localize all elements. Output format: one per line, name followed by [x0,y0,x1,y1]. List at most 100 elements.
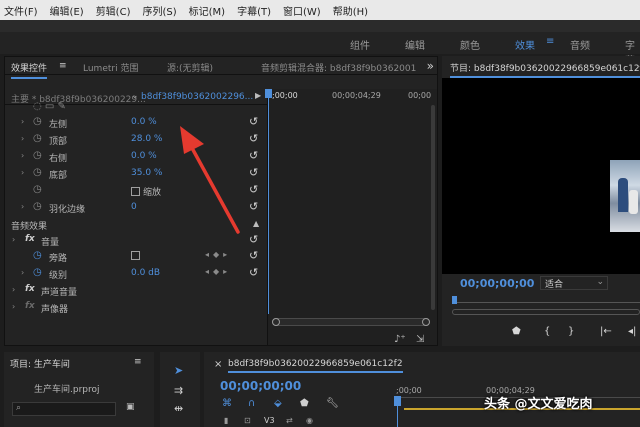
stopwatch-icon[interactable]: ◷ [33,184,42,195]
eye-icon[interactable]: ◉ [306,416,313,425]
zoom-checkbox[interactable] [131,187,140,196]
workspace-color[interactable]: 颜色 [460,37,480,52]
track-label[interactable]: V3 [264,416,275,425]
tab-source[interactable]: 源:(无剪辑) [167,61,213,74]
insert-sequence-icon[interactable]: ⌘ [222,398,232,409]
program-scrollbar[interactable] [452,309,640,315]
reset-icon[interactable]: ↺ [249,266,258,279]
tab-audio-clip-mixer[interactable]: 音频剪辑混合器: b8df38f9b0362001 [261,61,416,74]
project-file-name[interactable]: 生产车间.prproj [34,382,100,395]
bypass-checkbox[interactable] [131,251,143,262]
program-ruler[interactable] [452,302,640,306]
stopwatch-icon[interactable]: ◷ [33,133,42,144]
timeline-timecode[interactable]: 00;00;00;00 [220,379,301,393]
mark-in-icon[interactable]: { [544,326,550,337]
mark-out-icon[interactable]: } [568,326,574,337]
sequence-tab[interactable]: b8df38f9b03620022966859e061c12f2 [228,359,403,373]
expand-arrow-icon[interactable]: › [21,134,24,143]
linked-selection-icon[interactable]: ⬙ [274,398,282,409]
step-back-icon[interactable]: ◂| [628,326,636,337]
program-timecode[interactable]: 00;00;00;00 [460,277,534,290]
workspace-assembly[interactable]: 组件 [350,37,370,52]
stopwatch-icon[interactable]: ◷ [33,150,42,161]
go-to-in-icon[interactable]: |← [600,326,612,337]
reset-icon[interactable]: ↺ [249,249,258,262]
solo-audio-icon[interactable]: ♪⁺ [394,334,406,345]
reset-icon[interactable]: ↺ [249,233,258,246]
expand-arrow-icon[interactable]: › [12,302,15,311]
expand-arrow-icon[interactable]: › [12,285,15,294]
effect-controls-timeline[interactable]: ;00;00 00;00;04;29 00;00 ♪⁺ ⇲ [265,89,437,345]
add-marker-icon[interactable]: ⬟ [300,398,309,409]
zoom-fit-select[interactable]: 适合 ⌄ [540,276,608,290]
crop-top-value[interactable]: 28.0 % [131,134,162,144]
menu-sequence[interactable]: 序列(S) [142,3,176,18]
workspace-audio[interactable]: 音频 [570,37,590,52]
keyframe-nav-icon[interactable]: ◂◆▸ [205,267,231,276]
menu-clip[interactable]: 剪辑(C) [96,3,131,18]
reset-icon[interactable]: ↺ [249,166,258,179]
stopwatch-icon[interactable]: ◷ [33,267,42,278]
track-select-tool-icon[interactable]: ⇉ [174,384,183,397]
menu-title[interactable]: 字幕(T) [237,3,271,18]
program-playhead[interactable] [452,296,457,304]
feather-value[interactable]: 0 [131,202,137,212]
ec-playhead[interactable] [268,89,269,314]
fx-badge-icon[interactable]: fx [25,301,35,311]
tab-lumetri-scopes[interactable]: Lumetri 范围 [83,61,138,74]
master-clip-label[interactable]: 主要 * b8df38f9b036200229... [11,92,146,105]
lock-icon[interactable]: ⊡ [244,416,251,425]
expand-arrow-icon[interactable]: › [21,151,24,160]
ripple-edit-tool-icon[interactable]: ⇹ [174,402,183,415]
reset-icon[interactable]: ↺ [249,149,258,162]
level-value[interactable]: 0.0 dB [131,268,160,278]
reset-icon[interactable]: ↺ [249,200,258,213]
stopwatch-icon[interactable]: ◷ [33,116,42,127]
new-bin-icon[interactable]: ▣ [126,402,135,412]
crop-right-value[interactable]: 0.0 % [131,151,157,161]
panel-menu-icon[interactable]: ≡ [134,357,142,367]
program-title[interactable]: 节目: b8df38f9b03620022966859e061c12f2 [450,61,640,78]
fx-badge-icon[interactable]: fx [25,234,35,244]
ec-playhead-handle[interactable] [265,89,272,98]
expand-arrow-icon[interactable]: › [21,268,24,277]
crop-left-value[interactable]: 0.0 % [131,117,157,127]
reset-icon[interactable]: ↺ [249,115,258,128]
stopwatch-icon[interactable]: ◷ [33,250,42,261]
selection-tool-icon[interactable]: ➤ [174,364,183,377]
expand-panels-icon[interactable]: » [427,59,434,73]
expand-arrow-icon[interactable]: › [12,235,15,244]
workspace-editing[interactable]: 编辑 [405,37,425,52]
zoom-checkbox-wrap[interactable]: 缩放 [131,185,161,198]
keyframe-nav-icon[interactable]: ◂◆▸ [205,250,231,259]
sequence-clip-label[interactable]: b8df38f9b0362002296... [141,92,253,102]
stopwatch-icon[interactable]: ◷ [33,167,42,178]
snap-magnet-icon[interactable]: ∩ [248,398,255,409]
add-marker-icon[interactable]: ⬟ [512,326,521,337]
ec-vertical-scrollbar[interactable] [431,105,435,310]
reset-icon[interactable]: ↺ [249,183,258,196]
timeline-playhead[interactable] [397,402,398,427]
wrench-icon[interactable]: 🔧︎ [326,398,339,409]
project-search-input[interactable]: ⌕ [12,402,116,416]
menu-edit[interactable]: 编辑(E) [50,3,84,18]
expand-arrow-icon[interactable]: › [21,168,24,177]
menu-file[interactable]: 文件(F) [4,3,38,18]
sync-lock-icon[interactable]: ⇄ [286,416,293,425]
fx-badge-icon[interactable]: fx [25,284,35,294]
reset-icon[interactable]: ↺ [249,132,258,145]
expand-arrow-icon[interactable]: › [21,202,24,211]
workspace-menu-icon[interactable]: ≡ [546,36,554,47]
workspace-effects[interactable]: 效果 [515,37,535,52]
play-only-icon[interactable]: ▶ [255,91,261,100]
program-video-display[interactable] [442,78,640,274]
tab-effect-controls[interactable]: 效果控件 [11,61,48,79]
close-icon[interactable]: × [214,359,222,370]
project-title[interactable]: 项目: 生产车间 [10,357,70,370]
collapse-up-icon[interactable]: ▲ [253,219,259,228]
scroll-handle-left[interactable] [272,318,280,326]
scroll-handle-right[interactable] [422,318,430,326]
menu-marker[interactable]: 标记(M) [189,3,225,18]
crop-bottom-value[interactable]: 35.0 % [131,168,162,178]
stopwatch-icon[interactable]: ◷ [33,201,42,212]
